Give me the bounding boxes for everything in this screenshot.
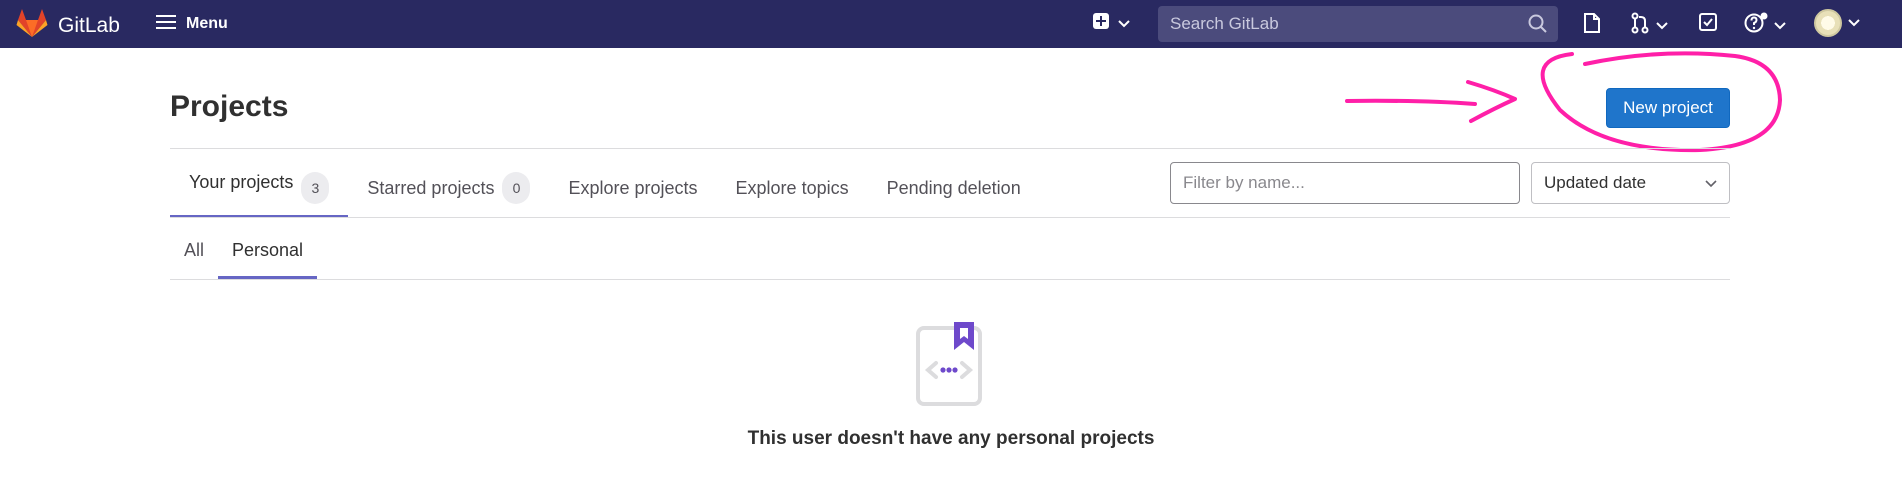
search-icon [1528, 14, 1548, 39]
divider [170, 148, 1730, 149]
annotation-arrow-line [1345, 98, 1477, 106]
brand-name: GitLab [58, 14, 120, 37]
tab-your-projects[interactable]: Your projects 3 [170, 168, 349, 218]
merge-request-icon [1630, 12, 1650, 39]
help-icon [1744, 12, 1768, 39]
tab-label: Your projects [189, 172, 294, 192]
divider [170, 279, 1730, 280]
search-placeholder: Search GitLab [1170, 14, 1279, 33]
projects-tabs: Your projects 3 Starred projects 0 Explo… [170, 168, 1040, 218]
page-title: Projects [170, 90, 289, 123]
search-input[interactable]: Search GitLab [1158, 6, 1558, 42]
merge-requests-dropdown[interactable] [1630, 12, 1668, 39]
subtab-all[interactable]: All [170, 230, 218, 279]
tab-label: Explore projects [568, 177, 698, 198]
gitlab-logo-icon [16, 8, 48, 44]
tab-explore-topics[interactable]: Explore topics [717, 168, 868, 208]
chevron-down-icon [1848, 14, 1860, 32]
menu-label: Menu [186, 15, 228, 32]
subtab-personal[interactable]: Personal [218, 230, 318, 279]
chevron-down-icon [1656, 17, 1668, 35]
gitlab-home-link[interactable]: GitLab [16, 8, 120, 44]
hamburger-icon [156, 14, 176, 35]
plus-square-icon [1092, 12, 1110, 35]
issues-icon [1582, 12, 1602, 39]
empty-state-illustration [912, 318, 988, 415]
project-scope-tabs: All Personal [170, 230, 318, 279]
avatar [1814, 9, 1842, 37]
top-navbar: GitLab Menu Search GitLab [0, 0, 1902, 48]
user-menu-dropdown[interactable] [1814, 9, 1860, 37]
tab-label: Explore topics [735, 177, 849, 198]
help-dropdown[interactable] [1744, 12, 1786, 39]
tab-starred-projects[interactable]: Starred projects 0 [348, 168, 549, 208]
new-project-button[interactable]: New project [1606, 88, 1730, 128]
count-badge: 0 [502, 172, 531, 204]
todo-icon [1698, 12, 1718, 37]
chevron-down-icon [1118, 15, 1130, 33]
issues-button[interactable] [1582, 12, 1602, 39]
divider [170, 217, 1730, 218]
tab-pending-deletion[interactable]: Pending deletion [868, 168, 1040, 208]
chevron-down-icon [1705, 173, 1717, 193]
todos-button[interactable] [1698, 12, 1718, 37]
tab-explore-projects[interactable]: Explore projects [549, 168, 716, 208]
chevron-down-icon [1774, 17, 1786, 35]
filter-by-name-input[interactable]: Filter by name... [1170, 162, 1520, 204]
annotation-arrow-head [1466, 80, 1517, 123]
empty-state-message: This user doesn't have any personal proj… [747, 428, 1155, 449]
menu-button[interactable]: Menu [156, 10, 228, 38]
sort-dropdown[interactable]: Updated date [1531, 162, 1730, 204]
count-badge: 3 [301, 172, 330, 204]
tab-label: Starred projects [367, 177, 495, 198]
filter-placeholder: Filter by name... [1183, 173, 1305, 192]
sort-selected: Updated date [1544, 173, 1647, 192]
create-new-dropdown[interactable] [1092, 12, 1130, 35]
tab-label: Pending deletion [886, 177, 1021, 198]
